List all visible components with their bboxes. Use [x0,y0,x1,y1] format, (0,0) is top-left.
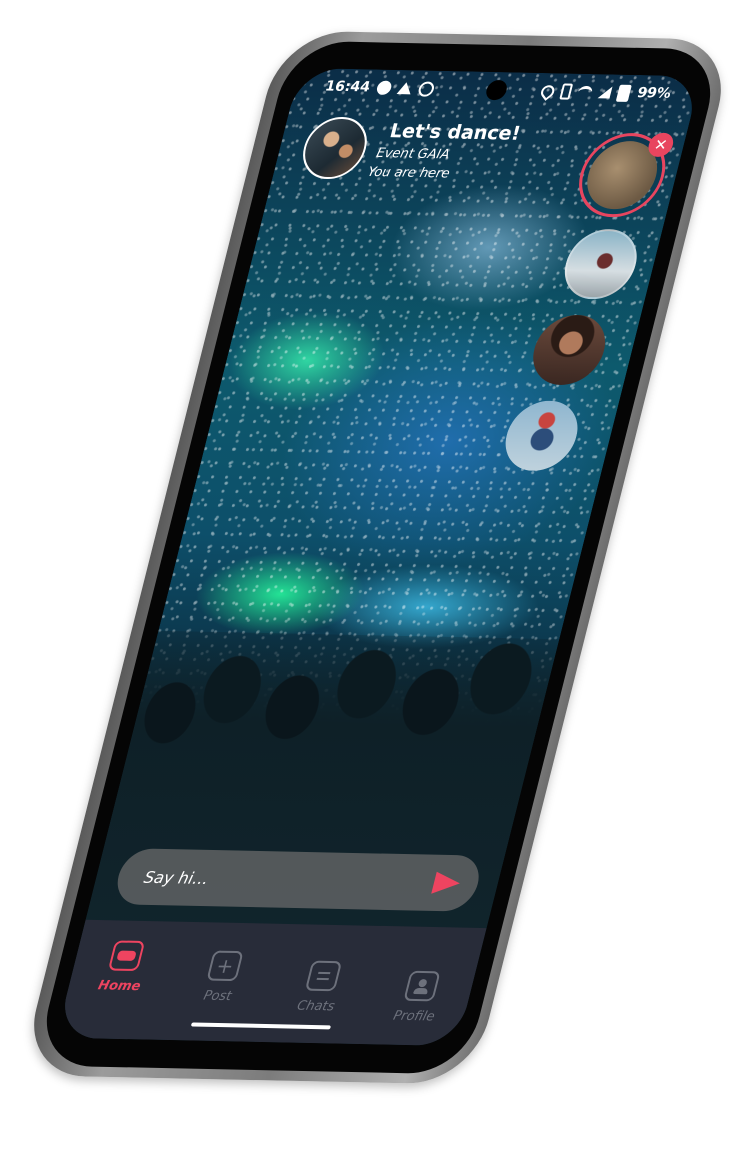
event-info: Let's dance! Event GAIA You are here [366,118,524,183]
status-right: 99% [539,82,673,103]
location-icon [539,82,558,101]
profile-shape [415,979,428,993]
event-name: Event GAIA [374,145,452,163]
battery-icon [616,84,633,102]
event-location: You are here [365,164,452,182]
drive-icon [396,82,414,95]
notification-dot-icon [374,80,393,95]
plus-icon: + [206,950,244,982]
nav-label-chats: Chats [295,998,337,1015]
chat-lines [316,971,331,981]
vibrate-icon [559,83,574,100]
status-left: 16:44 [323,78,436,97]
nav-profile[interactable]: Profile [372,970,465,1025]
message-bar [111,848,485,912]
close-icon: ✕ [652,135,670,154]
status-time: 16:44 [323,78,372,96]
bottom-nav: Home + Post Chats Profile [55,919,487,1047]
event-header[interactable]: Let's dance! Event GAIA You are here [296,116,523,182]
plus-glyph: + [213,953,237,979]
home-icon [108,940,146,972]
wifi-icon [577,85,595,99]
event-title: Let's dance! [387,120,523,145]
sync-icon [416,80,436,97]
home-indicator[interactable] [190,1022,331,1030]
nav-home[interactable]: Home [78,940,171,995]
nav-label-home: Home [96,978,143,995]
message-input[interactable] [139,866,403,893]
nav-post[interactable]: + Post [176,950,269,1005]
nav-label-profile: Profile [391,1008,437,1025]
send-icon[interactable] [431,871,463,895]
nav-label-post: Post [201,988,234,1005]
chat-icon [304,960,343,992]
signal-icon [598,86,613,99]
profile-icon [402,970,441,1002]
nav-chats[interactable]: Chats [274,960,367,1015]
battery-percent: 99% [635,85,673,102]
camera-notch [483,79,509,101]
